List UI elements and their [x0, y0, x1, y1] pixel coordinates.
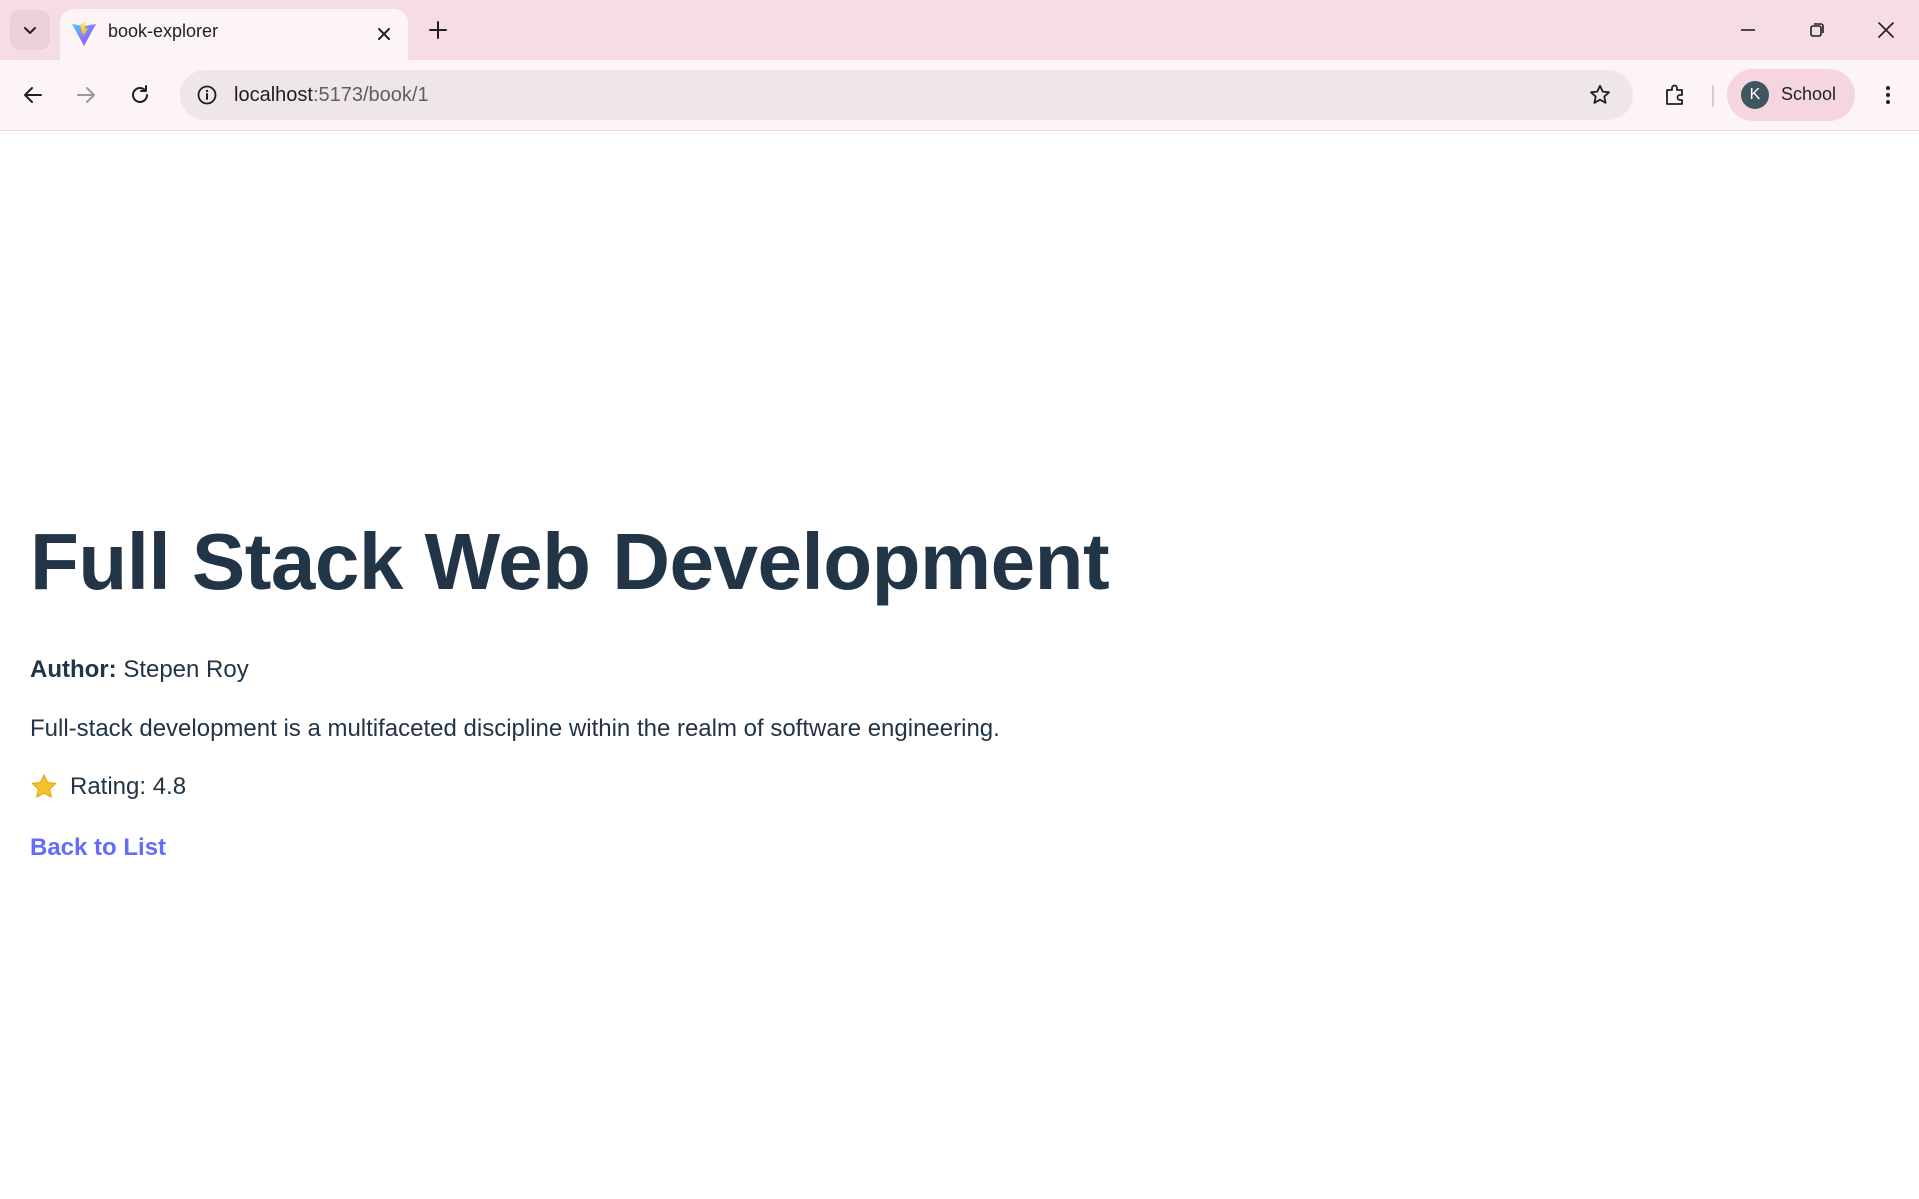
vite-logo-icon — [72, 22, 96, 46]
url-path: :5173/book/1 — [312, 84, 429, 106]
book-author: Author: Stepen Roy — [30, 656, 249, 684]
page-content: Full Stack Web Development Author: Stepe… — [0, 131, 1919, 1199]
close-icon — [1878, 22, 1894, 38]
arrow-right-icon — [77, 87, 95, 103]
book-title: Full Stack Web Development — [30, 517, 1110, 606]
more-vertical-icon — [1886, 86, 1890, 104]
address-bar[interactable]: localhost:5173/book/1 — [180, 70, 1633, 120]
extensions-button[interactable] — [1655, 75, 1695, 115]
reload-button[interactable] — [120, 75, 160, 115]
site-info-button[interactable] — [192, 80, 222, 110]
star-outline-icon — [1590, 84, 1610, 104]
minimize-button[interactable] — [1720, 6, 1776, 54]
puzzle-icon — [1666, 84, 1683, 105]
minimize-icon — [1741, 29, 1755, 31]
tab-search-button[interactable] — [10, 10, 50, 50]
rating-text: Rating: 4.8 — [70, 773, 187, 800]
profile-button[interactable]: K School — [1727, 69, 1855, 121]
browser-menu-button[interactable] — [1868, 75, 1908, 115]
browser-toolbar: localhost:5173/book/1 K School — [0, 60, 1919, 131]
bookmark-button[interactable] — [1585, 80, 1615, 110]
chevron-down-icon — [24, 27, 36, 34]
new-tab-button[interactable] — [420, 12, 456, 48]
author-name: Stepen Roy — [123, 656, 249, 683]
avatar: K — [1741, 81, 1769, 109]
tab-strip: book-explorer — [0, 0, 1919, 60]
reload-icon — [132, 85, 148, 103]
profile-label: School — [1781, 84, 1837, 104]
info-icon — [197, 85, 217, 105]
tab-close-button[interactable] — [370, 20, 398, 48]
book-rating: Rating: 4.8 — [30, 773, 186, 801]
star-icon — [31, 774, 57, 798]
close-window-button[interactable] — [1858, 6, 1914, 54]
restore-button[interactable] — [1789, 6, 1845, 54]
book-description: Full-stack development is a multifaceted… — [30, 715, 1000, 742]
browser-tab[interactable]: book-explorer — [60, 9, 408, 60]
close-icon — [378, 28, 390, 40]
toolbar-divider — [1712, 85, 1714, 107]
author-label: Author: — [30, 656, 117, 683]
url-host: localhost — [234, 84, 313, 106]
arrow-left-icon — [24, 87, 42, 103]
url-text[interactable]: localhost:5173/book/1 — [234, 84, 429, 107]
back-to-list-link[interactable]: Back to List — [30, 834, 166, 862]
plus-icon — [429, 21, 447, 39]
restore-icon — [1810, 23, 1824, 37]
tab-title: book-explorer — [108, 21, 219, 41]
back-button[interactable] — [13, 75, 53, 115]
forward-button[interactable] — [66, 75, 106, 115]
